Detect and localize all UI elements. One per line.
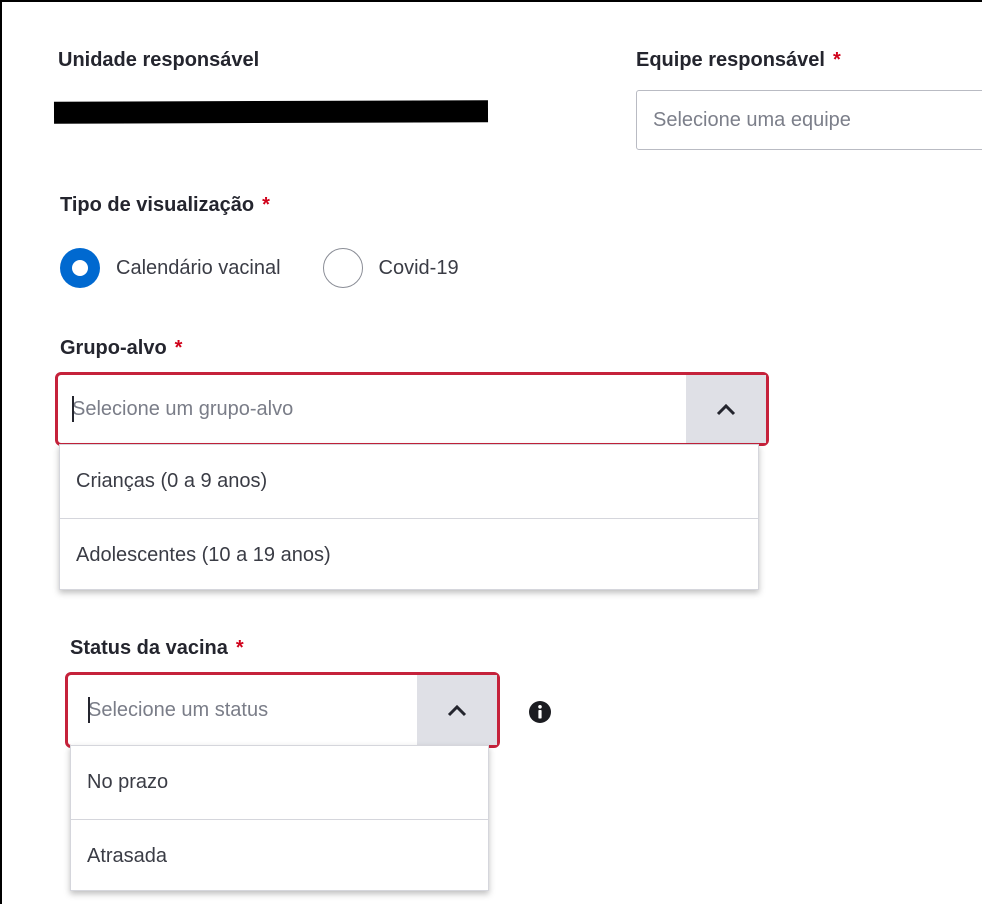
vaccine-status-input[interactable]: Selecione um status	[68, 675, 417, 745]
info-icon[interactable]	[528, 700, 552, 724]
required-marker: *	[262, 194, 270, 216]
dropdown-option-atrasada[interactable]: Atrasada	[71, 819, 488, 892]
redacted-unit-name	[53, 100, 489, 124]
view-type-radio-group: Calendário vacinal Covid-19	[60, 246, 501, 290]
vaccine-status-toggle-button[interactable]	[417, 675, 497, 745]
radio-label-covid-19[interactable]: Covid-19	[379, 257, 459, 280]
required-marker: *	[174, 337, 183, 359]
target-group-label: Grupo-alvo *	[60, 337, 182, 360]
radio-covid-19[interactable]	[322, 248, 363, 288]
vaccine-status-label: Status da vacina *	[70, 637, 244, 660]
dropdown-option-no-prazo[interactable]: No prazo	[71, 746, 488, 819]
unit-label: Unidade responsável	[58, 49, 259, 72]
view-type-label: Tipo de visualização *	[60, 194, 270, 217]
unit-label-text: Unidade responsável	[58, 49, 260, 71]
vaccine-status-label-text: Status da vacina	[70, 637, 228, 659]
target-group-toggle-button[interactable]	[686, 375, 766, 443]
team-select-placeholder: Selecione uma equipe	[653, 108, 851, 131]
dropdown-option-criancas[interactable]: Crianças (0 a 9 anos)	[60, 445, 758, 518]
target-group-combobox: Selecione um grupo-alvo	[55, 372, 769, 446]
target-group-label-text: Grupo-alvo	[60, 337, 167, 359]
chevron-up-icon	[447, 704, 467, 717]
radio-calendario-vacinal[interactable]	[60, 248, 100, 288]
text-cursor	[72, 396, 74, 422]
team-label-text: Equipe responsável	[636, 49, 825, 71]
radio-label-calendario-vacinal[interactable]: Calendário vacinal	[116, 257, 281, 280]
view-type-label-text: Tipo de visualização	[60, 194, 255, 216]
team-label: Equipe responsável *	[636, 49, 841, 72]
vaccine-status-combobox: Selecione um status	[65, 672, 500, 748]
dropdown-option-adolescentes[interactable]: Adolescentes (10 a 19 anos)	[60, 518, 758, 591]
radio-dot	[72, 260, 88, 276]
vaccine-status-placeholder: Selecione um status	[88, 698, 269, 721]
target-group-dropdown: Crianças (0 a 9 anos) Adolescentes (10 a…	[59, 444, 759, 590]
text-cursor	[88, 697, 90, 723]
target-group-placeholder: Selecione um grupo-alvo	[72, 397, 294, 420]
vaccine-status-dropdown: No prazo Atrasada	[70, 745, 489, 891]
required-marker: *	[832, 49, 841, 71]
required-marker: *	[235, 637, 244, 659]
target-group-input[interactable]: Selecione um grupo-alvo	[58, 375, 686, 443]
team-select[interactable]: Selecione uma equipe	[636, 90, 982, 150]
chevron-up-icon	[716, 403, 736, 416]
